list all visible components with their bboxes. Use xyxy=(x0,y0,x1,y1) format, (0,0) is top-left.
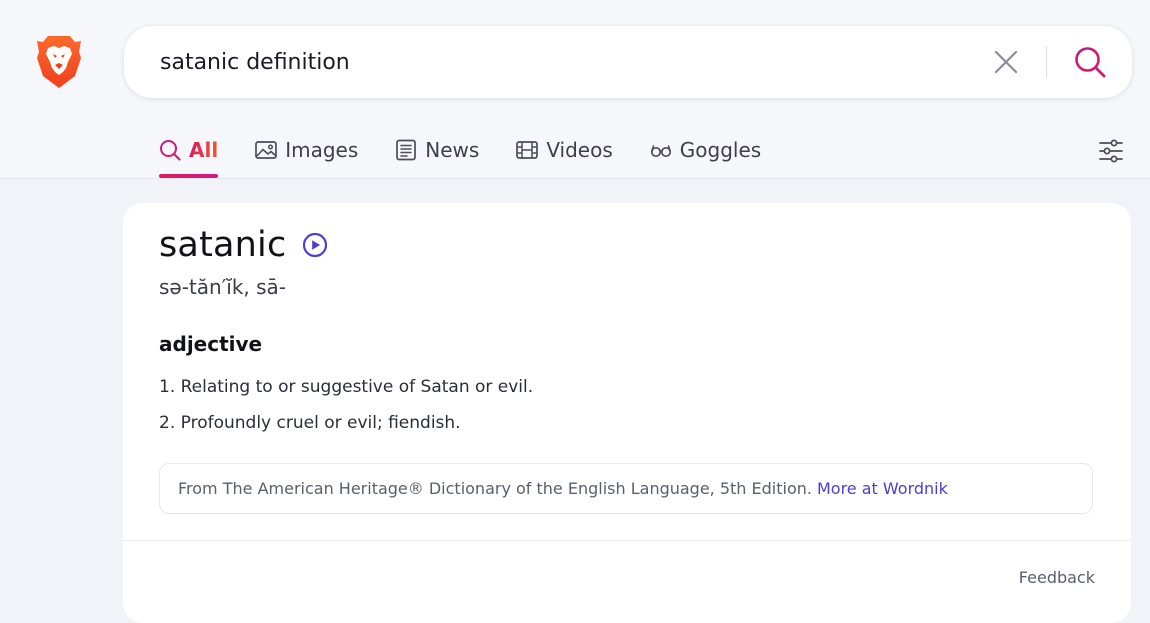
tab-goggles-label: Goggles xyxy=(679,138,762,162)
close-icon xyxy=(994,50,1018,74)
pronunciation-audio-button[interactable] xyxy=(302,232,328,258)
definition-card: satanic sə-tăn′ĭk, sā- adjective 1. Rela… xyxy=(123,203,1131,623)
header: All Images News xyxy=(0,0,1150,179)
tab-images[interactable]: Images xyxy=(255,132,358,168)
wordnik-link[interactable]: More at Wordnik xyxy=(817,479,948,498)
search-submit-button[interactable] xyxy=(1070,42,1110,82)
play-circle-icon xyxy=(303,232,328,258)
definition-word: satanic xyxy=(159,225,287,265)
search-divider xyxy=(1046,46,1047,78)
image-icon xyxy=(255,139,278,161)
tab-goggles[interactable]: Goggles xyxy=(650,132,761,168)
tab-videos[interactable]: Videos xyxy=(516,132,613,168)
news-icon xyxy=(395,139,417,161)
tab-news[interactable]: News xyxy=(395,132,479,168)
search-box xyxy=(124,26,1132,98)
definition-item: 1. Relating to or suggestive of Satan or… xyxy=(159,377,534,397)
definition-item: 2. Profoundly cruel or evil; fiendish. xyxy=(159,413,461,433)
feedback-link[interactable]: Feedback xyxy=(1019,568,1095,587)
source-text: From The American Heritage® Dictionary o… xyxy=(178,479,812,498)
brave-lion-icon[interactable] xyxy=(35,34,83,90)
card-divider xyxy=(123,540,1131,541)
source-attribution: From The American Heritage® Dictionary o… xyxy=(159,463,1093,514)
sliders-icon xyxy=(1099,139,1123,163)
clear-search-button[interactable] xyxy=(988,46,1024,78)
search-input[interactable] xyxy=(160,44,960,80)
goggles-icon xyxy=(650,139,672,161)
definition-list: 1. Relating to or suggestive of Satan or… xyxy=(159,375,533,447)
search-icon xyxy=(159,139,181,161)
tab-all[interactable]: All xyxy=(159,132,219,178)
tab-all-label: All xyxy=(189,138,219,162)
search-settings-button[interactable] xyxy=(1098,138,1124,164)
tab-images-label: Images xyxy=(285,138,359,162)
pronunciation: sə-tăn′ĭk, sā- xyxy=(159,275,287,299)
tab-news-label: News xyxy=(425,138,480,162)
search-tabs: All Images News Videos Goggles xyxy=(159,132,798,178)
word-row: satanic xyxy=(159,225,328,265)
film-icon xyxy=(516,139,539,161)
search-icon xyxy=(1075,47,1106,78)
part-of-speech: adjective xyxy=(159,332,263,356)
tab-videos-label: Videos xyxy=(546,138,613,162)
